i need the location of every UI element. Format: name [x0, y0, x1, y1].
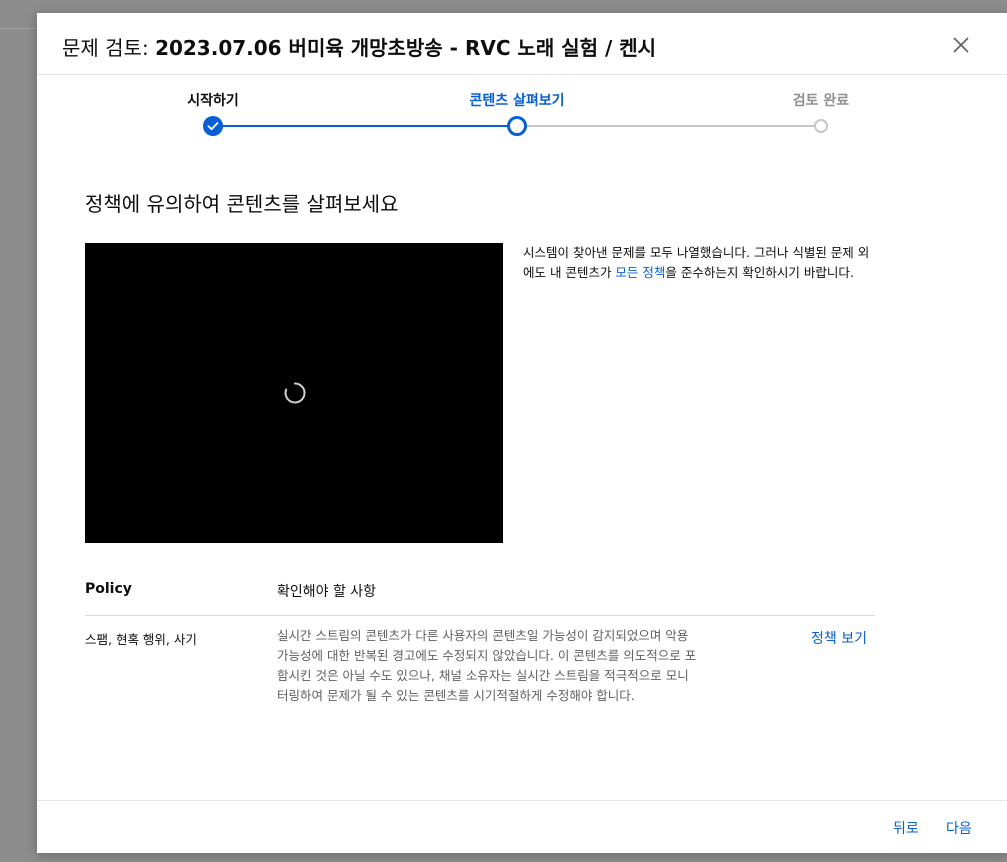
step-label-review-content: 콘텐츠 살펴보기: [469, 93, 565, 109]
step-review-content-dot: [507, 116, 527, 136]
close-button[interactable]: [949, 33, 973, 57]
footer-divider: [37, 800, 1007, 801]
step-start-check-icon: [203, 116, 223, 136]
info-text-part2: 을 준수하는지 확인하시기 바랍니다.: [665, 265, 854, 280]
dialog-title-video-name: 2023.07.06 버미육 개망초방송 - RVC 노래 실험 / 켄시: [155, 36, 657, 60]
table-divider: [85, 615, 875, 616]
backdrop-divider: [0, 28, 36, 29]
stepper-track-completed: [213, 125, 517, 127]
table-row-policy: 스팸, 현혹 행위, 사기: [85, 632, 197, 647]
table-row-description: 실시간 스트림의 콘텐츠가 다른 사용자의 콘텐츠일 가능성이 감지되었으며 악…: [277, 628, 697, 703]
view-policy-link[interactable]: 정책 보기: [811, 628, 867, 648]
progress-stepper: 시작하기 콘텐츠 살펴보기 검토 완료: [37, 75, 1007, 165]
review-dialog: 문제 검토: 2023.07.06 버미육 개망초방송 - RVC 노래 실험 …: [37, 13, 1007, 853]
step-label-review-complete: 검토 완료: [792, 93, 850, 109]
policy-info-text: 시스템이 찾아낸 문제를 모두 나열했습니다. 그러나 식별된 문제 외에도 내…: [523, 243, 873, 283]
dialog-title: 문제 검토: 2023.07.06 버미육 개망초방송 - RVC 노래 실험 …: [62, 32, 656, 61]
loading-spinner-icon: [284, 382, 306, 404]
dialog-title-prefix: 문제 검토:: [62, 36, 156, 60]
step-label-start: 시작하기: [187, 93, 239, 109]
dialog-header: 문제 검토: 2023.07.06 버미육 개망초방송 - RVC 노래 실험 …: [37, 13, 1007, 75]
close-icon: [953, 37, 969, 53]
back-button[interactable]: 뒤로: [893, 818, 919, 838]
next-button[interactable]: 다음: [946, 818, 972, 838]
video-player[interactable]: [85, 243, 503, 543]
table-header-policy: Policy: [85, 581, 132, 597]
step-review-complete-dot: [814, 119, 828, 133]
all-policies-link[interactable]: 모든 정책: [615, 265, 665, 280]
table-header-check: 확인해야 할 사항: [277, 584, 377, 600]
section-heading: 정책에 유의하여 콘텐츠를 살펴보세요: [85, 192, 399, 216]
stepper-track-remaining: [517, 125, 821, 127]
